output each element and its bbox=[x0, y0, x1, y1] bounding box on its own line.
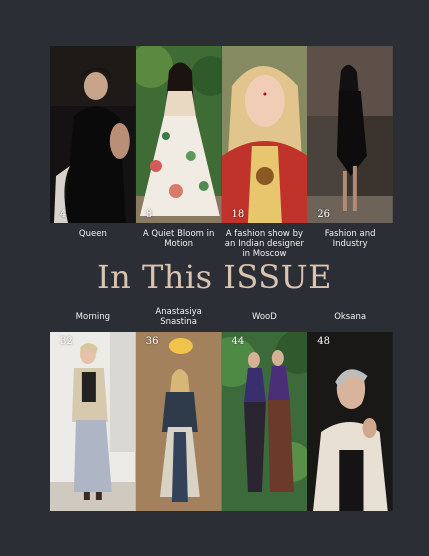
photo-wood[interactable]: 44 bbox=[221, 332, 308, 511]
photo-indian-fashion-show[interactable]: 18 bbox=[221, 46, 308, 223]
photo-quiet-bloom-image bbox=[135, 46, 222, 223]
photo-queen[interactable]: 4 bbox=[50, 46, 136, 223]
page-number: 36 bbox=[145, 336, 159, 347]
article-caption-morning[interactable]: Morning bbox=[50, 312, 136, 322]
bottom-captions: Morning Anastasiya Snastina WooD Oksana bbox=[50, 305, 393, 329]
photo-wood-image bbox=[221, 332, 308, 511]
bottom-photo-row: 32 36 44 48 bbox=[50, 332, 393, 511]
photo-queen-image bbox=[50, 46, 136, 223]
photo-fashion-industry[interactable]: 26 bbox=[307, 46, 393, 223]
page-number: 26 bbox=[317, 209, 330, 220]
article-caption-fashion-industry[interactable]: Fashion and Industry bbox=[307, 229, 393, 259]
photo-morning[interactable]: 32 bbox=[50, 332, 136, 511]
article-caption-queen[interactable]: Queen bbox=[50, 229, 136, 259]
page-number: 4 bbox=[60, 209, 67, 220]
photo-fashion-industry-image bbox=[307, 46, 393, 223]
page-number: 44 bbox=[231, 336, 245, 347]
photo-oksana-image bbox=[307, 332, 393, 511]
photo-morning-image bbox=[50, 332, 136, 511]
article-caption-indian-fashion-show[interactable]: A fashion show by an Indian designer in … bbox=[222, 229, 308, 259]
article-caption-oksana[interactable]: Oksana bbox=[307, 312, 393, 322]
photo-indian-fashion-show-image bbox=[221, 46, 308, 223]
photo-oksana[interactable]: 48 bbox=[307, 332, 393, 511]
photo-quiet-bloom[interactable]: 8 bbox=[135, 46, 222, 223]
article-caption-wood[interactable]: WooD bbox=[222, 312, 308, 322]
page-number: 48 bbox=[317, 336, 330, 347]
top-photo-row: 4 8 18 26 bbox=[50, 46, 393, 223]
article-caption-quiet-bloom[interactable]: A Quiet Bloom in Motion bbox=[136, 229, 222, 259]
top-captions: Queen A Quiet Bloom in Motion A fashion … bbox=[50, 229, 393, 259]
page-number: 18 bbox=[231, 209, 245, 220]
article-caption-anastasiya-snastina[interactable]: Anastasiya Snastina bbox=[136, 307, 222, 327]
page-number: 8 bbox=[145, 209, 153, 220]
page-number: 32 bbox=[60, 336, 73, 347]
photo-anastasiya-snastina[interactable]: 36 bbox=[135, 332, 222, 511]
photo-anastasiya-snastina-image bbox=[135, 332, 222, 511]
contents-title: In This ISSUE bbox=[97, 258, 332, 296]
